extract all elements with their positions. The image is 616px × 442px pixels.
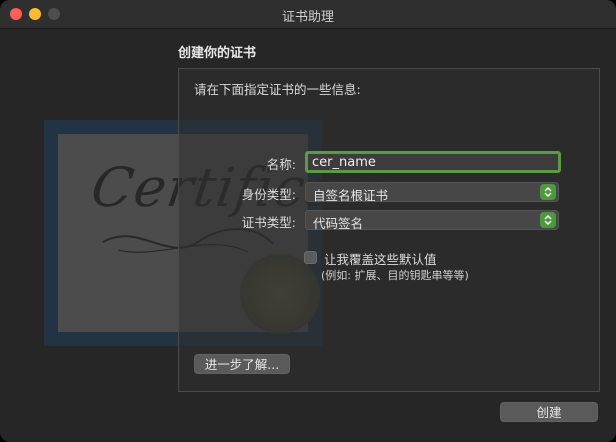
chevron-updown-icon[interactable] (540, 212, 556, 228)
cert-type-label: 证书类型: (241, 215, 296, 230)
identity-type-value: 自签名根证书 (313, 188, 389, 203)
create-button[interactable]: 创建 (500, 402, 598, 422)
window-title: 证书助理 (281, 10, 334, 25)
name-field[interactable] (305, 151, 561, 173)
chevron-updown-icon[interactable] (540, 184, 556, 200)
instruction-text: 请在下面指定证书的一些信息: (194, 82, 361, 97)
override-defaults-checkbox[interactable] (304, 251, 317, 264)
title-bar: 证书助理 (0, 0, 616, 29)
identity-type-select[interactable]: 自签名根证书 (305, 182, 559, 203)
override-defaults-label[interactable]: 让我覆盖这些默认值 (324, 249, 437, 268)
cert-type-value: 代码签名 (313, 216, 364, 231)
name-label: 名称: (266, 157, 296, 172)
page-heading: 创建你的证书 (178, 46, 257, 61)
override-defaults-hint: (例如: 扩展、目的钥匙串等等) (321, 269, 469, 282)
certificate-assistant-window: 证书助理 Certificate 创建你的证书 请在下面指定证书的一些信息: 名… (0, 0, 616, 442)
identity-type-label: 身份类型: (241, 187, 296, 202)
learn-more-button[interactable]: 进一步了解... (194, 354, 290, 374)
cert-type-select[interactable]: 代码签名 (305, 210, 559, 231)
